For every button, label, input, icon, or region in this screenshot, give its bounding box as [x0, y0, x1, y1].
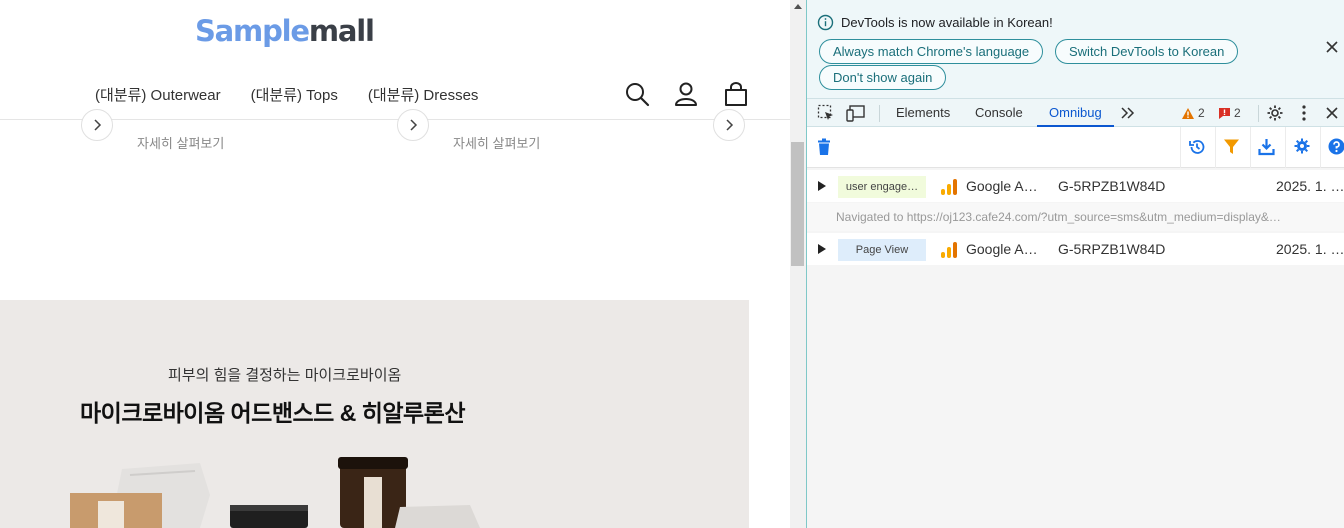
timestamp: 2025. 1. … — [1276, 178, 1344, 194]
tab-console[interactable]: Console — [975, 99, 1023, 127]
history-icon[interactable] — [1188, 138, 1206, 156]
chevron-right-icon — [94, 119, 102, 131]
scrollbar-thumb[interactable] — [791, 142, 804, 266]
issue-flag-icon — [1219, 107, 1230, 119]
scroll-up-arrow-icon[interactable] — [794, 4, 802, 9]
issues-count: 2 — [1234, 106, 1241, 120]
dont-show-again-button[interactable]: Don't show again — [819, 65, 947, 90]
banner-subtitle: 피부의 힘을 결정하는 마이크로바이옴 — [168, 367, 402, 384]
expand-triangle-icon[interactable] — [818, 244, 826, 254]
tabbar-divider — [1258, 105, 1259, 122]
toolbar-separator — [1250, 127, 1251, 168]
close-icon[interactable] — [1325, 40, 1339, 54]
main-nav: (대분류) Outerwear (대분류) Tops (대분류) Dresses — [95, 84, 478, 105]
google-analytics-icon — [941, 179, 957, 195]
inspect-element-icon[interactable] — [817, 104, 835, 122]
switch-korean-button[interactable]: Switch DevTools to Korean — [1055, 39, 1239, 64]
info-icon — [817, 14, 834, 31]
issues-badge[interactable]: 2 — [1218, 106, 1241, 120]
toolbar-separator — [1180, 127, 1181, 168]
more-options-icon[interactable] — [1300, 104, 1308, 122]
filter-icon[interactable] — [1223, 138, 1240, 155]
timestamp: 2025. 1. … — [1276, 241, 1344, 257]
account-id: G-5RPZB1W84D — [1058, 241, 1166, 257]
tab-elements[interactable]: Elements — [896, 99, 950, 127]
account-id: G-5RPZB1W84D — [1058, 178, 1166, 194]
page-scrollbar[interactable] — [790, 0, 806, 528]
close-devtools-icon[interactable] — [1325, 106, 1339, 120]
logo-text-mall: mall — [308, 14, 375, 48]
trash-icon[interactable] — [816, 138, 832, 156]
toolbar-separator — [1285, 127, 1286, 168]
device-toolbar-icon[interactable] — [846, 104, 866, 122]
vendor-name: Google A… — [966, 241, 1038, 257]
event-type-badge: Page View — [838, 239, 926, 261]
chevron-right-icon — [726, 119, 734, 131]
settings-gear-icon[interactable] — [1266, 104, 1284, 122]
event-type-badge: user engage… — [838, 176, 926, 198]
language-infobar: DevTools is now available in Korean! Alw… — [807, 0, 1344, 98]
product-arrow-button[interactable] — [713, 109, 745, 141]
warnings-badge[interactable]: 2 — [1181, 106, 1205, 120]
download-icon[interactable] — [1258, 138, 1275, 156]
website-viewport: Samplemall (대분류) Outerwear (대분류) Tops (대… — [0, 0, 790, 528]
help-icon[interactable] — [1328, 138, 1344, 155]
search-icon[interactable] — [624, 81, 650, 107]
request-row[interactable]: user engage… Google A… G-5RPZB1W84D 2025… — [807, 170, 1344, 202]
request-row[interactable]: Page View Google A… G-5RPZB1W84D 2025. 1… — [807, 233, 1344, 265]
devtools-tabbar: Elements Console Omnibug 2 2 — [807, 98, 1344, 127]
warning-icon — [1182, 107, 1194, 119]
toolbar-separator — [1320, 127, 1321, 168]
expand-triangle-icon[interactable] — [818, 181, 826, 191]
nav-item-outerwear[interactable]: (대분류) Outerwear — [95, 84, 221, 105]
toolbar-separator — [1215, 127, 1216, 168]
infobar-message: DevTools is now available in Korean! — [841, 15, 1053, 30]
product-arrow-button[interactable] — [81, 109, 113, 141]
nav-item-dresses[interactable]: (대분류) Dresses — [368, 84, 479, 105]
navigation-entry: Navigated to https://oj123.cafe24.com/?u… — [807, 203, 1344, 231]
omnibug-settings-icon[interactable] — [1294, 138, 1310, 154]
site-logo[interactable]: Samplemall — [195, 14, 375, 48]
nav-item-tops[interactable]: (대분류) Tops — [251, 84, 338, 105]
google-analytics-icon — [941, 242, 957, 258]
more-tabs-chevron-icon[interactable] — [1120, 106, 1136, 120]
chevron-right-icon — [410, 119, 418, 131]
header-divider — [0, 119, 790, 120]
omnibug-toolbar — [807, 127, 1344, 168]
banner-title: 마이크로바이옴 어드밴스드 & 히알루론산 — [80, 400, 466, 426]
detail-link[interactable]: 자세히 살펴보기 — [137, 133, 224, 152]
promo-banner[interactable]: 피부의 힘을 결정하는 마이크로바이옴 마이크로바이옴 어드밴스드 & 히알루론… — [0, 300, 749, 528]
detail-link[interactable]: 자세히 살펴보기 — [453, 133, 540, 152]
match-language-button[interactable]: Always match Chrome's language — [819, 39, 1044, 64]
tab-omnibug[interactable]: Omnibug — [1037, 99, 1114, 127]
logo-text-sample: Sample — [195, 14, 310, 48]
devtools-panel: DevTools is now available in Korean! Alw… — [806, 0, 1344, 528]
shopping-bag-icon[interactable] — [723, 81, 749, 107]
account-icon[interactable] — [673, 81, 699, 107]
product-photo-image — [70, 457, 480, 528]
warnings-count: 2 — [1198, 106, 1205, 120]
vendor-name: Google A… — [966, 178, 1038, 194]
product-arrow-button[interactable] — [397, 109, 429, 141]
tabbar-divider — [879, 105, 880, 122]
